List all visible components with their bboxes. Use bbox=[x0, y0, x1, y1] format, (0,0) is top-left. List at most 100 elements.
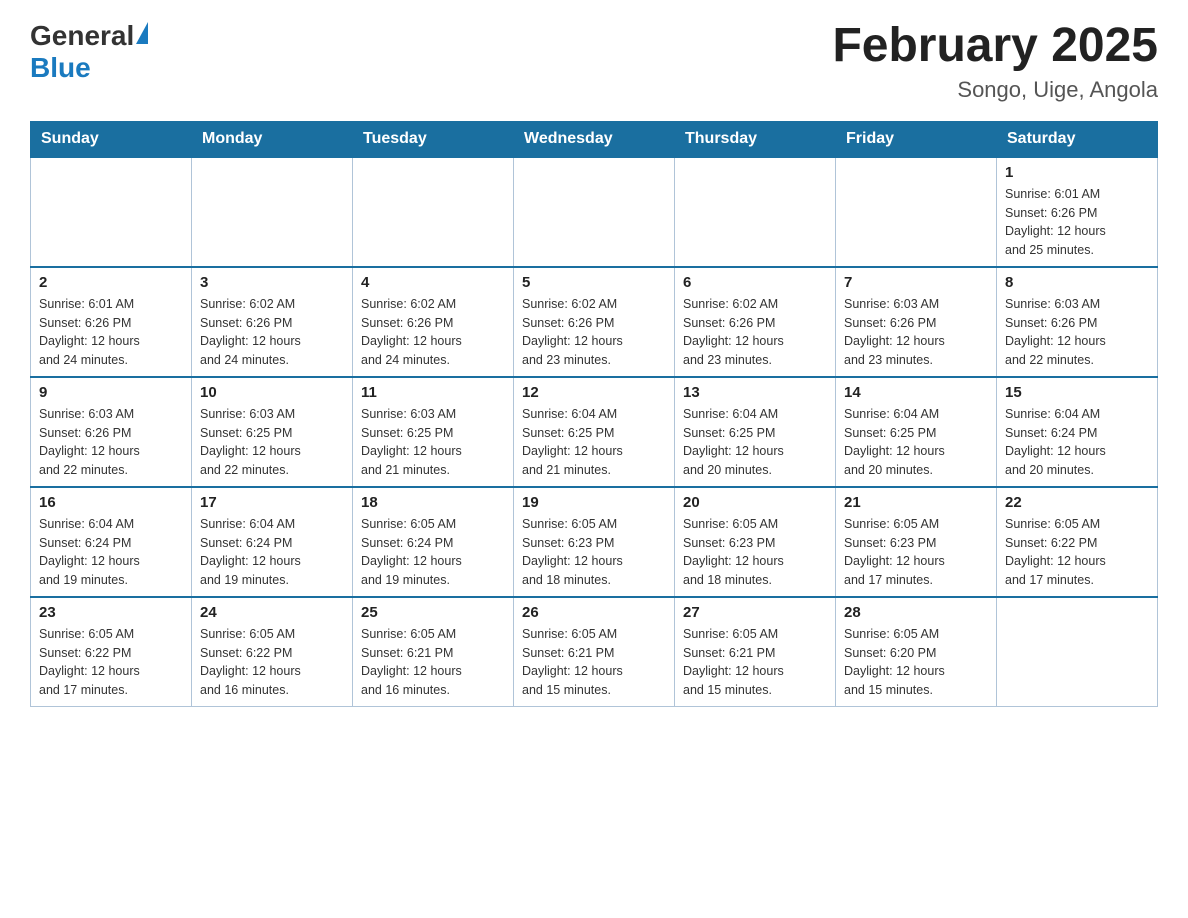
day-info: Sunrise: 6:05 AMSunset: 6:23 PMDaylight:… bbox=[522, 515, 666, 590]
day-number: 16 bbox=[39, 494, 183, 511]
day-number: 19 bbox=[522, 494, 666, 511]
calendar-day-cell: 26 Sunrise: 6:05 AMSunset: 6:21 PMDayligh… bbox=[514, 597, 675, 707]
calendar-day-cell: 11Sunrise: 6:03 AMSunset: 6:25 PMDayligh… bbox=[353, 377, 514, 487]
day-number: 9 bbox=[39, 384, 183, 401]
calendar-day-cell: 20 Sunrise: 6:05 AMSunset: 6:23 PMDayligh… bbox=[675, 487, 836, 597]
calendar-day-cell: 6 Sunrise: 6:02 AMSunset: 6:26 PMDaylight… bbox=[675, 267, 836, 377]
day-number: 10 bbox=[200, 384, 344, 401]
logo-general-text: General bbox=[30, 20, 134, 52]
day-info: Sunrise: 6:04 AMSunset: 6:25 PMDaylight:… bbox=[683, 405, 827, 480]
weekday-header-row: SundayMondayTuesdayWednesdayThursdayFrid… bbox=[31, 121, 1158, 157]
calendar-day-cell: 19 Sunrise: 6:05 AMSunset: 6:23 PMDayligh… bbox=[514, 487, 675, 597]
calendar-day-cell: 21Sunrise: 6:05 AMSunset: 6:23 PMDayligh… bbox=[836, 487, 997, 597]
day-number: 7 bbox=[844, 274, 988, 291]
day-number: 12 bbox=[522, 384, 666, 401]
calendar-day-cell: 7 Sunrise: 6:03 AMSunset: 6:26 PMDaylight… bbox=[836, 267, 997, 377]
logo-blue-text: Blue bbox=[30, 52, 91, 84]
weekday-header-wednesday: Wednesday bbox=[514, 121, 675, 157]
day-info: Sunrise: 6:03 AMSunset: 6:25 PMDaylight:… bbox=[200, 405, 344, 480]
day-number: 13 bbox=[683, 384, 827, 401]
day-number: 28 bbox=[844, 604, 988, 621]
weekday-header-thursday: Thursday bbox=[675, 121, 836, 157]
calendar-header: SundayMondayTuesdayWednesdayThursdayFrid… bbox=[31, 121, 1158, 157]
calendar-week-row: 1Sunrise: 6:01 AMSunset: 6:26 PMDaylight… bbox=[31, 157, 1158, 267]
calendar-subtitle: Songo, Uige, Angola bbox=[832, 77, 1158, 103]
day-number: 4 bbox=[361, 274, 505, 291]
day-number: 11 bbox=[361, 384, 505, 401]
calendar-day-cell: 9Sunrise: 6:03 AMSunset: 6:26 PMDaylight… bbox=[31, 377, 192, 487]
day-info: Sunrise: 6:05 AMSunset: 6:22 PMDaylight:… bbox=[1005, 515, 1149, 590]
calendar-day-cell: 23 Sunrise: 6:05 AMSunset: 6:22 PMDayligh… bbox=[31, 597, 192, 707]
day-number: 15 bbox=[1005, 384, 1149, 401]
day-info: Sunrise: 6:04 AMSunset: 6:24 PMDaylight:… bbox=[39, 515, 183, 590]
day-info: Sunrise: 6:02 AMSunset: 6:26 PMDaylight:… bbox=[200, 295, 344, 370]
day-number: 5 bbox=[522, 274, 666, 291]
day-info: Sunrise: 6:05 AMSunset: 6:22 PMDaylight:… bbox=[200, 625, 344, 700]
day-info: Sunrise: 6:05 AMSunset: 6:21 PMDaylight:… bbox=[683, 625, 827, 700]
day-info: Sunrise: 6:04 AMSunset: 6:25 PMDaylight:… bbox=[844, 405, 988, 480]
calendar-day-cell: 25 Sunrise: 6:05 AMSunset: 6:21 PMDayligh… bbox=[353, 597, 514, 707]
day-number: 23 bbox=[39, 604, 183, 621]
day-number: 1 bbox=[1005, 164, 1149, 181]
day-number: 6 bbox=[683, 274, 827, 291]
day-number: 24 bbox=[200, 604, 344, 621]
day-info: Sunrise: 6:05 AMSunset: 6:23 PMDaylight:… bbox=[844, 515, 988, 590]
day-info: Sunrise: 6:01 AMSunset: 6:26 PMDaylight:… bbox=[39, 295, 183, 370]
weekday-header-saturday: Saturday bbox=[997, 121, 1158, 157]
day-number: 25 bbox=[361, 604, 505, 621]
calendar-day-cell: 2 Sunrise: 6:01 AMSunset: 6:26 PMDaylight… bbox=[31, 267, 192, 377]
day-number: 26 bbox=[522, 604, 666, 621]
calendar-day-cell: 22Sunrise: 6:05 AMSunset: 6:22 PMDayligh… bbox=[997, 487, 1158, 597]
day-info: Sunrise: 6:02 AMSunset: 6:26 PMDaylight:… bbox=[361, 295, 505, 370]
calendar-day-cell: 27 Sunrise: 6:05 AMSunset: 6:21 PMDayligh… bbox=[675, 597, 836, 707]
logo-triangle-icon bbox=[136, 22, 148, 44]
title-block: February 2025 Songo, Uige, Angola bbox=[832, 20, 1158, 103]
calendar-body: 1 Sunrise: 6:01 AMSunset: 6:26 PMDaylight… bbox=[31, 157, 1158, 707]
day-number: 20 bbox=[683, 494, 827, 511]
page-header: General Blue February 2025 Songo, Uige, … bbox=[30, 20, 1158, 103]
day-number: 14 bbox=[844, 384, 988, 401]
day-number: 27 bbox=[683, 604, 827, 621]
calendar-day-cell: 10 Sunrise: 6:03 AMSunset: 6:25 PMDayligh… bbox=[192, 377, 353, 487]
weekday-header-tuesday: Tuesday bbox=[353, 121, 514, 157]
calendar-table: SundayMondayTuesdayWednesdayThursdayFrid… bbox=[30, 121, 1158, 707]
calendar-day-cell: 18Sunrise: 6:05 AMSunset: 6:24 PMDayligh… bbox=[353, 487, 514, 597]
day-number: 2 bbox=[39, 274, 183, 291]
day-info: Sunrise: 6:05 AMSunset: 6:21 PMDaylight:… bbox=[522, 625, 666, 700]
calendar-day-cell: 4 Sunrise: 6:02 AMSunset: 6:26 PMDaylight… bbox=[353, 267, 514, 377]
day-info: Sunrise: 6:05 AMSunset: 6:21 PMDaylight:… bbox=[361, 625, 505, 700]
calendar-week-row: 2 Sunrise: 6:01 AMSunset: 6:26 PMDaylight… bbox=[31, 267, 1158, 377]
day-info: Sunrise: 6:02 AMSunset: 6:26 PMDaylight:… bbox=[683, 295, 827, 370]
calendar-day-cell: 28 Sunrise: 6:05 AMSunset: 6:20 PMDayligh… bbox=[836, 597, 997, 707]
day-info: Sunrise: 6:05 AMSunset: 6:23 PMDaylight:… bbox=[683, 515, 827, 590]
calendar-day-cell: 17 Sunrise: 6:04 AMSunset: 6:24 PMDayligh… bbox=[192, 487, 353, 597]
calendar-day-cell bbox=[31, 157, 192, 267]
calendar-day-cell: 5 Sunrise: 6:02 AMSunset: 6:26 PMDaylight… bbox=[514, 267, 675, 377]
calendar-day-cell bbox=[192, 157, 353, 267]
calendar-day-cell: 1Sunrise: 6:01 AMSunset: 6:26 PMDaylight… bbox=[997, 157, 1158, 267]
day-info: Sunrise: 6:04 AMSunset: 6:24 PMDaylight:… bbox=[200, 515, 344, 590]
day-info: Sunrise: 6:05 AMSunset: 6:22 PMDaylight:… bbox=[39, 625, 183, 700]
day-number: 3 bbox=[200, 274, 344, 291]
calendar-title: February 2025 bbox=[832, 20, 1158, 73]
day-info: Sunrise: 6:04 AMSunset: 6:25 PMDaylight:… bbox=[522, 405, 666, 480]
weekday-header-friday: Friday bbox=[836, 121, 997, 157]
calendar-day-cell bbox=[353, 157, 514, 267]
calendar-day-cell: 14 Sunrise: 6:04 AMSunset: 6:25 PMDayligh… bbox=[836, 377, 997, 487]
calendar-day-cell: 3 Sunrise: 6:02 AMSunset: 6:26 PMDaylight… bbox=[192, 267, 353, 377]
calendar-day-cell: 12 Sunrise: 6:04 AMSunset: 6:25 PMDayligh… bbox=[514, 377, 675, 487]
day-info: Sunrise: 6:05 AMSunset: 6:20 PMDaylight:… bbox=[844, 625, 988, 700]
calendar-week-row: 9Sunrise: 6:03 AMSunset: 6:26 PMDaylight… bbox=[31, 377, 1158, 487]
calendar-day-cell bbox=[997, 597, 1158, 707]
logo: General Blue bbox=[30, 20, 148, 84]
day-number: 18 bbox=[361, 494, 505, 511]
calendar-day-cell: 16 Sunrise: 6:04 AMSunset: 6:24 PMDayligh… bbox=[31, 487, 192, 597]
day-info: Sunrise: 6:02 AMSunset: 6:26 PMDaylight:… bbox=[522, 295, 666, 370]
day-info: Sunrise: 6:03 AMSunset: 6:26 PMDaylight:… bbox=[1005, 295, 1149, 370]
day-info: Sunrise: 6:03 AMSunset: 6:26 PMDaylight:… bbox=[844, 295, 988, 370]
calendar-day-cell: 13 Sunrise: 6:04 AMSunset: 6:25 PMDayligh… bbox=[675, 377, 836, 487]
calendar-week-row: 16 Sunrise: 6:04 AMSunset: 6:24 PMDayligh… bbox=[31, 487, 1158, 597]
calendar-day-cell bbox=[836, 157, 997, 267]
day-number: 8 bbox=[1005, 274, 1149, 291]
day-number: 17 bbox=[200, 494, 344, 511]
